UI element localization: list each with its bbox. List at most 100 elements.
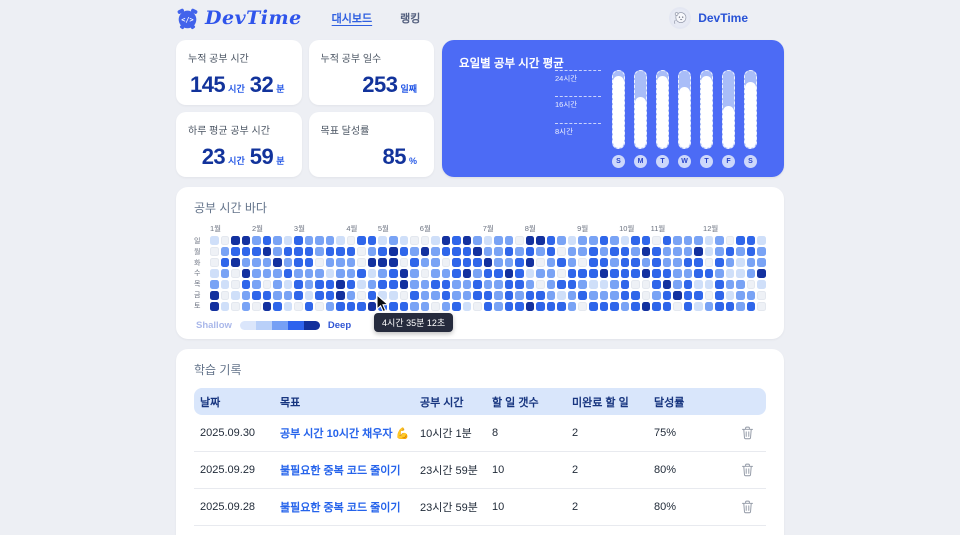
heatmap-cell[interactable] bbox=[441, 291, 451, 300]
heatmap-cell[interactable] bbox=[273, 302, 282, 311]
heatmap-cell[interactable] bbox=[610, 236, 619, 245]
heatmap-cell[interactable] bbox=[736, 258, 745, 267]
heatmap-cell[interactable] bbox=[504, 269, 514, 278]
heatmap-cell[interactable] bbox=[210, 302, 219, 311]
heatmap-cell[interactable] bbox=[410, 291, 419, 300]
heatmap-cell[interactable] bbox=[378, 280, 387, 289]
heatmap-cell[interactable] bbox=[546, 236, 556, 245]
heatmap-cell[interactable] bbox=[231, 302, 240, 311]
heatmap-cell[interactable] bbox=[294, 247, 303, 256]
heatmap-cell[interactable] bbox=[641, 302, 651, 311]
heatmap-cell[interactable] bbox=[631, 236, 640, 245]
heatmap-cell[interactable] bbox=[273, 269, 282, 278]
heatmap-cell[interactable] bbox=[546, 280, 556, 289]
heatmap-cell[interactable] bbox=[325, 302, 335, 311]
heatmap-cell[interactable] bbox=[294, 302, 303, 311]
heatmap-cell[interactable] bbox=[578, 291, 588, 300]
heatmap-cell[interactable] bbox=[652, 302, 661, 311]
heatmap-cell[interactable] bbox=[241, 247, 251, 256]
heatmap-cell[interactable] bbox=[252, 302, 261, 311]
heatmap-cell[interactable] bbox=[725, 302, 735, 311]
heatmap-cell[interactable] bbox=[746, 236, 756, 245]
cell-goal-link[interactable]: 불필요한 중복 코드 줄이기 bbox=[280, 499, 420, 515]
heatmap-cell[interactable] bbox=[252, 280, 261, 289]
heatmap-cell[interactable] bbox=[241, 236, 251, 245]
heatmap-cell[interactable] bbox=[378, 258, 387, 267]
heatmap-cell[interactable] bbox=[736, 247, 745, 256]
heatmap-cell[interactable] bbox=[746, 280, 756, 289]
heatmap-cell[interactable] bbox=[294, 236, 303, 245]
heatmap-cell[interactable] bbox=[336, 236, 345, 245]
heatmap-cell[interactable] bbox=[315, 269, 324, 278]
heatmap-cell[interactable] bbox=[420, 291, 430, 300]
heatmap-cell[interactable] bbox=[715, 236, 724, 245]
heatmap-cell[interactable] bbox=[304, 247, 314, 256]
heatmap-cell[interactable] bbox=[367, 269, 377, 278]
heatmap-cell[interactable] bbox=[367, 258, 377, 267]
heatmap-cell[interactable] bbox=[578, 302, 588, 311]
heatmap-cell[interactable] bbox=[357, 236, 366, 245]
heatmap-cell[interactable] bbox=[431, 269, 440, 278]
heatmap-cell[interactable] bbox=[273, 258, 282, 267]
heatmap-cell[interactable] bbox=[673, 291, 682, 300]
heatmap-cell[interactable] bbox=[325, 258, 335, 267]
heatmap-cell[interactable] bbox=[525, 269, 535, 278]
heatmap-cell[interactable] bbox=[357, 302, 366, 311]
heatmap-cell[interactable] bbox=[441, 236, 451, 245]
heatmap-cell[interactable] bbox=[589, 247, 598, 256]
heatmap-cell[interactable] bbox=[262, 291, 272, 300]
heatmap-cell[interactable] bbox=[546, 258, 556, 267]
heatmap-cell[interactable] bbox=[525, 280, 535, 289]
heatmap-cell[interactable] bbox=[315, 247, 324, 256]
heatmap-cell[interactable] bbox=[557, 236, 566, 245]
heatmap-cell[interactable] bbox=[462, 236, 472, 245]
heatmap-cell[interactable] bbox=[652, 258, 661, 267]
heatmap-cell[interactable] bbox=[725, 236, 735, 245]
heatmap-cell[interactable] bbox=[473, 247, 482, 256]
heatmap-cell[interactable] bbox=[494, 291, 503, 300]
heatmap-cell[interactable] bbox=[610, 269, 619, 278]
heatmap-cell[interactable] bbox=[504, 280, 514, 289]
heatmap-cell[interactable] bbox=[357, 291, 366, 300]
heatmap-cell[interactable] bbox=[694, 302, 703, 311]
heatmap-cell[interactable] bbox=[557, 258, 566, 267]
heatmap-cell[interactable] bbox=[304, 280, 314, 289]
heatmap-cell[interactable] bbox=[515, 280, 524, 289]
heatmap-cell[interactable] bbox=[704, 247, 714, 256]
heatmap-cell[interactable] bbox=[631, 258, 640, 267]
heatmap-cell[interactable] bbox=[704, 269, 714, 278]
heatmap-cell[interactable] bbox=[620, 291, 630, 300]
heatmap-cell[interactable] bbox=[378, 236, 387, 245]
heatmap-cell[interactable] bbox=[494, 236, 503, 245]
heatmap-cell[interactable] bbox=[336, 280, 345, 289]
heatmap-cell[interactable] bbox=[262, 280, 272, 289]
heatmap-cell[interactable] bbox=[473, 280, 482, 289]
heatmap-cell[interactable] bbox=[431, 280, 440, 289]
heatmap-cell[interactable] bbox=[641, 247, 651, 256]
heatmap-cell[interactable] bbox=[683, 258, 693, 267]
heatmap-cell[interactable] bbox=[294, 258, 303, 267]
heatmap-cell[interactable] bbox=[304, 269, 314, 278]
heatmap-cell[interactable] bbox=[336, 258, 345, 267]
heatmap-cell[interactable] bbox=[336, 302, 345, 311]
heatmap-cell[interactable] bbox=[536, 291, 545, 300]
heatmap-cell[interactable] bbox=[620, 269, 630, 278]
heatmap-cell[interactable] bbox=[525, 258, 535, 267]
heatmap-cell[interactable] bbox=[683, 291, 693, 300]
heatmap-cell[interactable] bbox=[746, 258, 756, 267]
heatmap-cell[interactable] bbox=[694, 291, 703, 300]
heatmap-cell[interactable] bbox=[599, 247, 609, 256]
heatmap-cell[interactable] bbox=[399, 247, 409, 256]
heatmap-cell[interactable] bbox=[725, 280, 735, 289]
heatmap-cell[interactable] bbox=[673, 247, 682, 256]
heatmap-cell[interactable] bbox=[620, 280, 630, 289]
heatmap-cell[interactable] bbox=[315, 258, 324, 267]
heatmap-cell[interactable] bbox=[746, 247, 756, 256]
heatmap-cell[interactable] bbox=[567, 247, 577, 256]
heatmap-cell[interactable] bbox=[673, 302, 682, 311]
heatmap-cell[interactable] bbox=[220, 247, 230, 256]
heatmap-cell[interactable] bbox=[231, 269, 240, 278]
heatmap-cell[interactable] bbox=[525, 302, 535, 311]
heatmap-cell[interactable] bbox=[757, 247, 766, 256]
heatmap-cell[interactable] bbox=[273, 291, 282, 300]
